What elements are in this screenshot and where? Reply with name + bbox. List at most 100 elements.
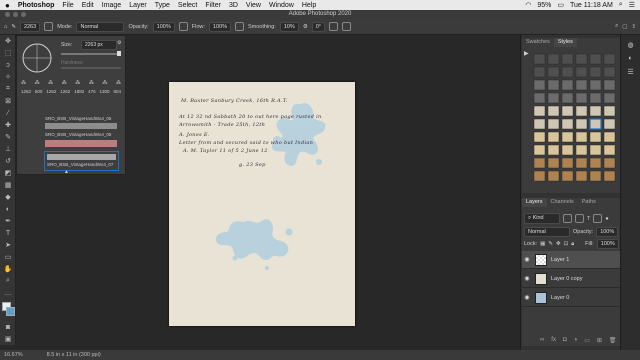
style-swatch[interactable] — [603, 118, 616, 130]
style-swatch[interactable] — [575, 170, 588, 182]
style-swatch[interactable] — [561, 66, 574, 78]
apple-icon[interactable]: ● — [5, 1, 10, 10]
layer-row-layer-0[interactable]: ◉ Layer 0 — [522, 289, 620, 307]
styles-menu-icon[interactable]: ▶ — [524, 50, 529, 57]
eyedropper-tool-icon[interactable]: ⁄ — [0, 107, 16, 119]
lasso-tool-icon[interactable]: ↄ — [0, 59, 16, 71]
workspace-icon[interactable]: ▢ — [622, 24, 627, 30]
style-swatch[interactable] — [589, 157, 602, 169]
brush-list-item-1[interactable]: SRO_BSB_VintageHandWo4_05 — [45, 116, 111, 121]
zoom-window-button[interactable] — [21, 12, 26, 17]
screen-mode-icon[interactable]: ▣ — [0, 333, 16, 345]
style-swatch[interactable] — [575, 53, 588, 65]
menu-3d[interactable]: 3D — [229, 2, 238, 9]
layer-opacity-field[interactable]: 100% — [596, 227, 619, 237]
crop-tool-icon[interactable]: ⌗ — [0, 83, 16, 95]
style-swatch[interactable] — [589, 92, 602, 104]
color-panel-icon[interactable]: ◍ — [621, 41, 640, 49]
healing-tool-icon[interactable]: ✚ — [0, 119, 16, 131]
preset-thumb-3[interactable]: ⁂ — [48, 80, 53, 86]
properties-panel-icon[interactable]: ☰ — [621, 68, 640, 76]
document-info[interactable]: 8.5 in x 11 in (300 ppi) — [47, 352, 101, 358]
style-swatch-selected[interactable] — [589, 118, 602, 130]
clone-stamp-tool-icon[interactable]: ⊥ — [0, 143, 16, 155]
background-color[interactable] — [6, 307, 15, 316]
menu-window[interactable]: Window — [269, 2, 294, 9]
blend-mode-select[interactable]: Normal — [524, 227, 570, 237]
menu-type[interactable]: Type — [155, 2, 170, 9]
style-swatch[interactable] — [561, 79, 574, 91]
style-swatch[interactable] — [547, 144, 560, 156]
preset-thumb-6[interactable]: ⁂ — [89, 80, 94, 86]
share-icon[interactable]: ⇪ — [631, 24, 636, 30]
style-swatch[interactable] — [589, 105, 602, 117]
style-swatch[interactable] — [533, 157, 546, 169]
menu-list-icon[interactable]: ☰ — [629, 1, 635, 9]
hardness-slider[interactable] — [61, 67, 121, 69]
delete-layer-icon[interactable]: 🗑︎ — [609, 337, 617, 344]
style-swatch[interactable] — [547, 66, 560, 78]
style-swatch[interactable] — [589, 66, 602, 78]
visibility-eye-icon[interactable]: ◉ — [522, 256, 532, 263]
lock-artboard-icon[interactable]: ⊡ — [564, 241, 569, 247]
style-swatch[interactable] — [575, 105, 588, 117]
history-brush-tool-icon[interactable]: ↺ — [0, 155, 16, 167]
style-swatch[interactable] — [575, 157, 588, 169]
document-canvas[interactable]: M. Baxter Sanbury Creek, 16th R.A.T. At … — [169, 82, 355, 326]
pressure-size-icon[interactable] — [329, 22, 339, 31]
lock-all-icon[interactable]: 🔒︎ — [571, 241, 574, 248]
fill-field[interactable]: 100% — [596, 239, 619, 249]
style-swatch[interactable] — [603, 105, 616, 117]
pen-tool-icon[interactable]: ✒ — [0, 215, 16, 227]
home-icon[interactable]: ⌂ — [4, 24, 7, 30]
style-swatch[interactable] — [533, 79, 546, 91]
style-swatch[interactable] — [561, 118, 574, 130]
brush-list-item-selected[interactable]: SRO_BSB_VintageHandWo4_07 — [44, 151, 119, 171]
style-swatch[interactable] — [561, 170, 574, 182]
size-slider[interactable] — [61, 51, 121, 56]
style-swatch[interactable] — [589, 144, 602, 156]
tab-swatches[interactable]: Swatches — [522, 38, 554, 47]
style-swatch[interactable] — [575, 66, 588, 78]
preset-thumb-5[interactable]: ⁂ — [75, 80, 80, 86]
wifi-icon[interactable]: ◠ — [525, 1, 531, 9]
frame-tool-icon[interactable]: ⊠ — [0, 95, 16, 107]
color-swatches[interactable] — [0, 299, 15, 321]
style-swatch[interactable] — [603, 92, 616, 104]
visibility-eye-icon[interactable]: ◉ — [522, 294, 532, 301]
battery-percent[interactable]: 95% — [537, 2, 551, 9]
style-swatch[interactable] — [589, 53, 602, 65]
menu-image[interactable]: Image — [102, 2, 121, 9]
style-swatch[interactable] — [533, 53, 546, 65]
style-swatch[interactable] — [603, 157, 616, 169]
menu-app[interactable]: Photoshop — [18, 2, 55, 9]
adjustments-panel-icon[interactable]: ◐ — [621, 55, 640, 62]
symmetry-icon[interactable] — [342, 22, 352, 31]
layer-name[interactable]: Layer 0 copy — [551, 276, 583, 282]
menu-filter[interactable]: Filter — [205, 2, 221, 9]
style-swatch-grid[interactable] — [532, 52, 620, 192]
brush-tool-icon[interactable]: ✎ — [11, 24, 16, 30]
filter-pixel-icon[interactable] — [563, 214, 572, 223]
quick-select-tool-icon[interactable]: ✧ — [0, 71, 16, 83]
filter-adjust-icon[interactable] — [575, 214, 584, 223]
style-swatch[interactable] — [589, 79, 602, 91]
lock-paint-icon[interactable]: ✎ — [548, 241, 553, 247]
style-swatch[interactable] — [533, 144, 546, 156]
brush-settings-icon[interactable] — [44, 22, 54, 31]
style-swatch[interactable] — [575, 118, 588, 130]
style-swatch[interactable] — [575, 79, 588, 91]
close-window-button[interactable] — [5, 12, 10, 17]
layer-name[interactable]: Layer 1 — [551, 257, 569, 263]
size-field[interactable]: 2263 px — [81, 40, 117, 50]
lock-move-icon[interactable]: ✥ — [556, 241, 561, 247]
style-swatch[interactable] — [603, 131, 616, 143]
style-swatch[interactable] — [533, 66, 546, 78]
eraser-tool-icon[interactable]: ◩ — [0, 167, 16, 179]
marquee-tool-icon[interactable]: ⬚ — [0, 47, 16, 59]
menu-help[interactable]: Help — [302, 2, 316, 9]
style-swatch[interactable] — [533, 131, 546, 143]
style-swatch[interactable] — [547, 118, 560, 130]
style-swatch[interactable] — [547, 157, 560, 169]
add-mask-icon[interactable]: ◘ — [563, 337, 567, 344]
